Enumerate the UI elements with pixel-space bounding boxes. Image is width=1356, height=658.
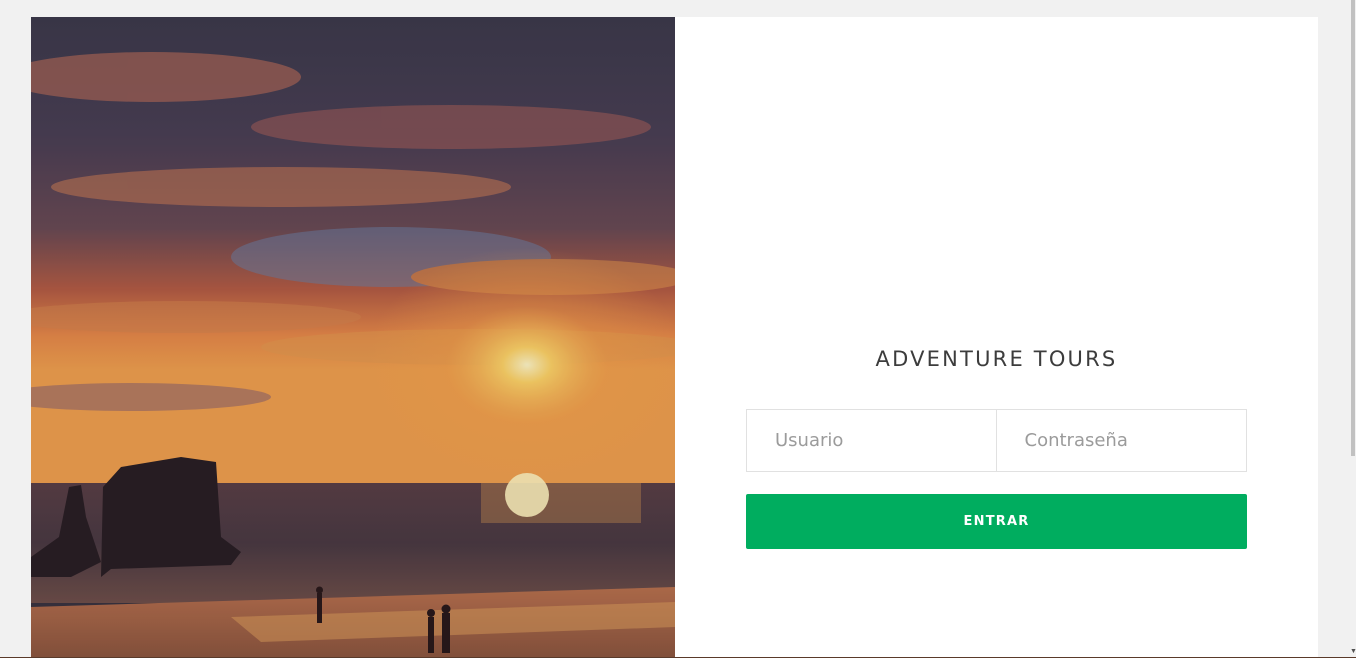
login-form-area: ADVENTURE TOURS ENTRAR <box>746 347 1247 549</box>
login-form: ENTRAR <box>746 409 1247 549</box>
vertical-scrollbar[interactable]: ▼ <box>1350 0 1356 658</box>
login-card: ADVENTURE TOURS ENTRAR <box>31 17 1318 658</box>
scrollbar-thumb[interactable] <box>1351 0 1355 456</box>
login-button[interactable]: ENTRAR <box>746 494 1247 549</box>
password-input[interactable] <box>996 409 1247 472</box>
chevron-down-icon[interactable]: ▼ <box>1350 648 1356 656</box>
page-title: ADVENTURE TOURS <box>875 347 1118 371</box>
username-input[interactable] <box>746 409 997 472</box>
credentials-row <box>746 409 1247 472</box>
sunset-beach-photo <box>31 17 675 658</box>
